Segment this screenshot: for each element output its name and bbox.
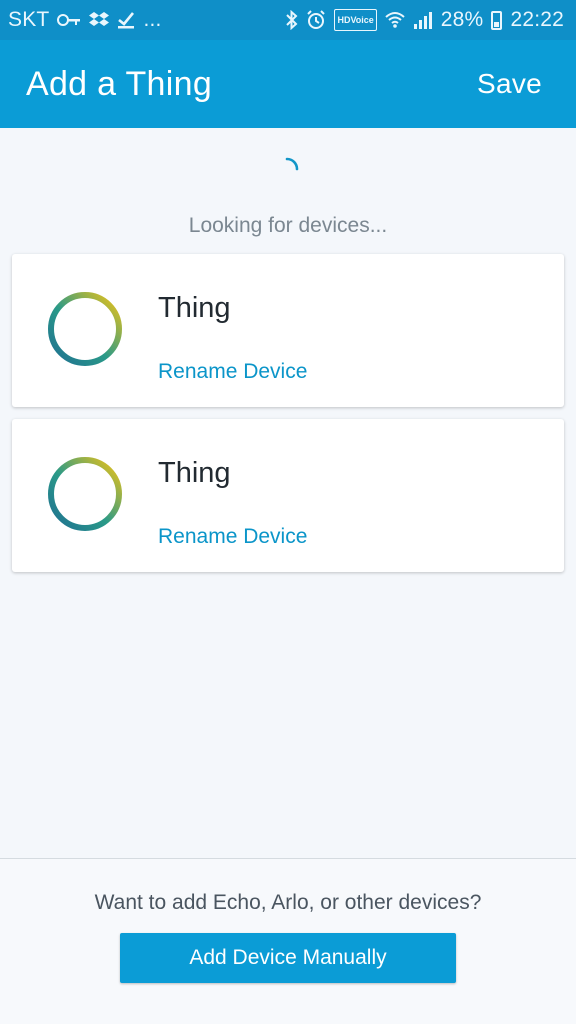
battery-icon [491,10,503,30]
wifi-icon [385,9,405,31]
add-other-devices-prompt: Want to add Echo, Arlo, or other devices… [94,891,482,914]
alarm-icon [306,9,326,31]
device-card: Thing Rename Device [12,419,564,572]
rename-device-link[interactable]: Rename Device [158,360,307,384]
carrier-label: SKT [8,8,50,31]
loading-spinner-icon [285,157,299,171]
dropbox-icon [89,9,110,31]
device-card: Thing Rename Device [12,254,564,407]
add-device-manually-button[interactable]: Add Device Manually [120,933,456,983]
device-name: Thing [158,457,231,489]
status-bar-right: HD Voice 28% 22:22 [286,8,564,32]
key-icon [57,9,81,31]
page-title: Add a Thing [26,64,213,103]
more-notifications: ... [143,8,162,31]
check-icon [117,9,135,31]
device-ring-icon [48,292,122,366]
status-bar: SKT ... HD Voice 28% 22:22 [0,0,576,40]
hd-label: HD [337,14,351,25]
save-button[interactable]: Save [477,68,542,100]
signal-icon [413,9,433,31]
add-thing-screen: SKT ... HD Voice 28% 22:22 Add a Thing S… [0,0,576,1024]
rename-device-link[interactable]: Rename Device [158,525,307,549]
hd-voice-icon: HD Voice [334,9,377,31]
device-ring-icon [48,457,122,531]
app-bar: Add a Thing Save [0,40,576,128]
discovery-status-text: Looking for devices... [188,214,388,237]
device-name: Thing [158,292,231,324]
status-bar-left: SKT ... [8,8,162,32]
bluetooth-icon [286,9,298,31]
battery-percent: 28% [440,8,484,31]
voice-label: Voice [350,14,374,25]
add-manually-panel: Want to add Echo, Arlo, or other devices… [0,858,576,1024]
clock: 22:22 [510,8,564,31]
